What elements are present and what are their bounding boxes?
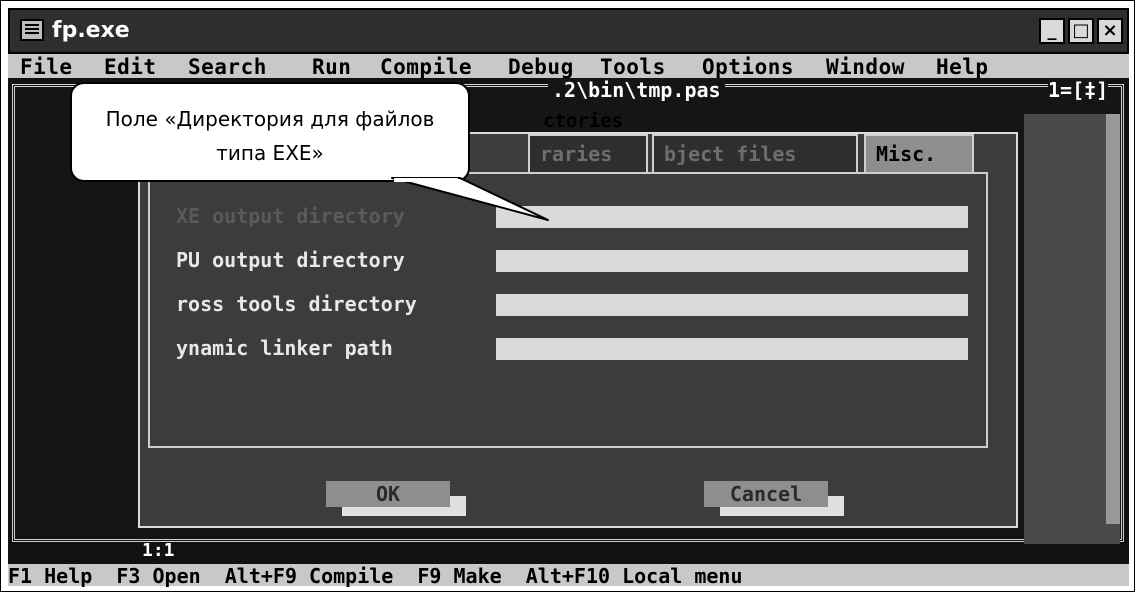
maximize-button[interactable]: □: [1068, 18, 1094, 44]
dynamic-linker-label: ynamic linker path: [176, 336, 393, 360]
menu-help[interactable]: Help: [936, 55, 989, 79]
hotkey-bar: F1 Help F3 Open Alt+F9 Compile F9 Make A…: [8, 564, 1129, 588]
app-icon: [20, 19, 44, 41]
editor-status-line: 1:1: [12, 540, 1124, 562]
dialog-title: ctories: [543, 110, 624, 132]
exe-output-input[interactable]: [496, 206, 968, 228]
menu-edit[interactable]: Edit: [104, 55, 157, 79]
annotation-callout: Поле «Директория для файлов типа EXE»: [70, 82, 470, 182]
menu-tools[interactable]: Tools: [600, 55, 666, 79]
exe-output-label: XE output directory: [176, 204, 405, 228]
vertical-scrollbar[interactable]: [1106, 114, 1120, 524]
cross-tools-input[interactable]: [496, 294, 968, 316]
cursor-position: 1:1: [142, 540, 175, 561]
menu-debug[interactable]: Debug: [508, 55, 574, 79]
tab-misc[interactable]: Misc.: [864, 134, 974, 172]
callout-line-1: Поле «Директория для файлов: [105, 107, 435, 131]
menu-window[interactable]: Window: [826, 55, 905, 79]
close-button[interactable]: ×: [1097, 18, 1123, 44]
callout-line-2: типа EXE»: [216, 141, 324, 165]
ppu-output-label: PU output directory: [176, 248, 405, 272]
editor-title: .2\bin\tmp.pas: [548, 78, 725, 102]
window-number: 1=[‡]: [1048, 78, 1109, 102]
tab-libraries[interactable]: raries: [528, 134, 648, 172]
cancel-button[interactable]: Cancel: [704, 481, 828, 507]
menu-run[interactable]: Run: [312, 55, 351, 79]
misc-tab-panel: XE output directory PU output directory …: [148, 172, 988, 448]
window-title: fp.exe: [52, 18, 130, 43]
dynamic-linker-input[interactable]: [496, 338, 968, 360]
menu-bar: File Edit Search Run Compile Debug Tools…: [8, 54, 1129, 79]
tab-object-files[interactable]: bject files: [652, 134, 858, 172]
ppu-output-input[interactable]: [496, 250, 968, 272]
window-titlebar: fp.exe _ □ ×: [8, 8, 1129, 54]
menu-options[interactable]: Options: [702, 55, 794, 79]
minimize-button[interactable]: _: [1039, 18, 1065, 44]
ok-button[interactable]: OK: [326, 481, 450, 507]
menu-file[interactable]: File: [20, 55, 73, 79]
menu-compile[interactable]: Compile: [380, 55, 472, 79]
cross-tools-label: ross tools directory: [176, 292, 417, 316]
menu-search[interactable]: Search: [188, 55, 267, 79]
